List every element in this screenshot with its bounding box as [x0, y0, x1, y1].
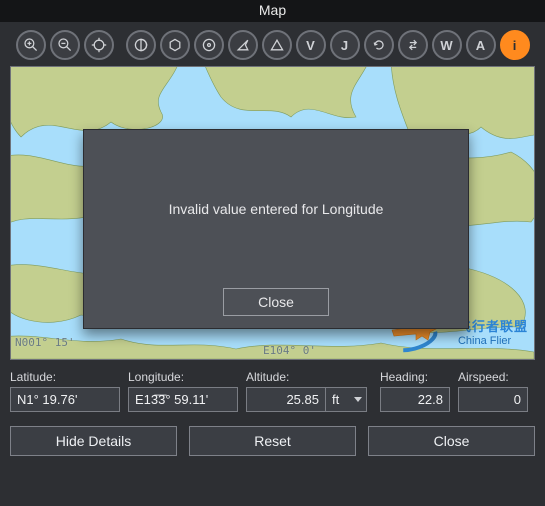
- latitude-input[interactable]: [10, 387, 120, 412]
- map-lon-gridlabel: E104° 0': [263, 344, 316, 357]
- heading-label: Heading:: [380, 370, 450, 384]
- letter-w-icon[interactable]: W: [432, 30, 462, 60]
- zoom-out-icon[interactable]: [50, 30, 80, 60]
- airspeed-input[interactable]: [458, 387, 528, 412]
- letter-j-icon[interactable]: J: [330, 30, 360, 60]
- window-title: Map: [259, 2, 286, 18]
- target-icon[interactable]: [194, 30, 224, 60]
- bottom-button-row: Hide Details Reset Close: [0, 416, 545, 456]
- altitude-unit-select[interactable]: ft: [325, 387, 367, 412]
- latitude-label: Latitude:: [10, 370, 120, 384]
- reset-button[interactable]: Reset: [189, 426, 356, 456]
- letter-a-icon[interactable]: A: [466, 30, 496, 60]
- hide-details-button[interactable]: Hide Details: [10, 426, 177, 456]
- dialog-close-button[interactable]: Close: [223, 288, 329, 316]
- zoom-in-icon[interactable]: [16, 30, 46, 60]
- heading-input[interactable]: [380, 387, 450, 412]
- altitude-input[interactable]: [246, 387, 326, 412]
- altitude-label: Altitude:: [246, 370, 372, 384]
- altitude-unit-value: ft: [332, 392, 339, 407]
- longitude-label: Longitude:: [128, 370, 238, 384]
- airspeed-field: Airspeed:: [458, 370, 528, 412]
- map-lat-gridlabel: N001° 15': [15, 336, 75, 349]
- error-message: Invalid value entered for Longitude: [169, 130, 384, 288]
- toolbar: VJ WAi: [0, 22, 545, 66]
- heading-field: Heading:: [380, 370, 450, 412]
- title-bar: Map: [0, 0, 545, 22]
- longitude-field: Longitude:: [128, 370, 238, 412]
- chevron-down-icon: [354, 397, 362, 402]
- error-dialog: Invalid value entered for Longitude Clos…: [83, 129, 469, 329]
- info-icon[interactable]: i: [500, 30, 530, 60]
- airspeed-label: Airspeed:: [458, 370, 528, 384]
- reverse-icon[interactable]: [398, 30, 428, 60]
- contrast-icon[interactable]: [126, 30, 156, 60]
- close-button[interactable]: Close: [368, 426, 535, 456]
- center-icon[interactable]: [84, 30, 114, 60]
- altitude-field: Altitude: ft: [246, 370, 372, 412]
- hex-icon[interactable]: [160, 30, 190, 60]
- latitude-field: Latitude:: [10, 370, 120, 412]
- letter-v-icon[interactable]: V: [296, 30, 326, 60]
- arrow-icon[interactable]: [228, 30, 258, 60]
- map-window: Map VJ WAi N001° 15' E104° 0': [0, 0, 545, 506]
- triangle-icon[interactable]: [262, 30, 292, 60]
- map-canvas[interactable]: N001° 15' E104° 0' Invalid value entered…: [10, 66, 535, 360]
- longitude-input[interactable]: [128, 387, 238, 412]
- coordinates-form: Latitude: Longitude: Altitude: ft Headin…: [0, 360, 545, 416]
- refresh-icon[interactable]: [364, 30, 394, 60]
